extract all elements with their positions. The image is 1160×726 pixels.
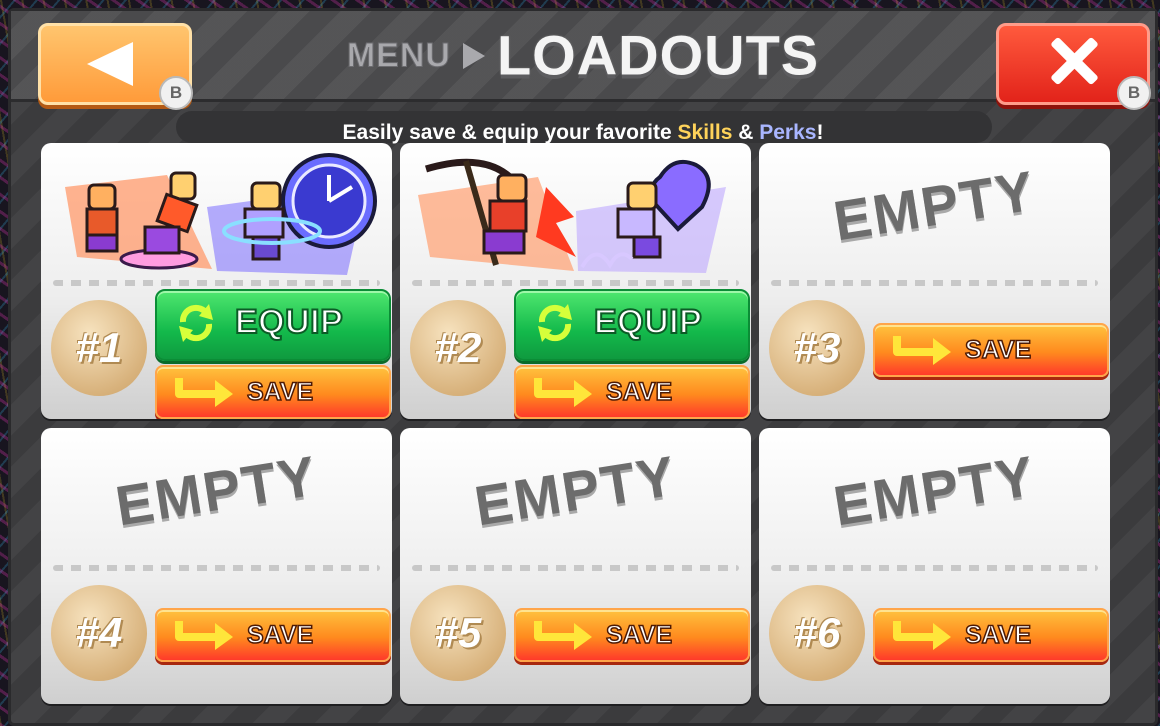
save-arrow-icon — [175, 621, 233, 650]
title-loadouts: LOADOUTS — [496, 23, 820, 87]
slot-number-badge: #4 — [51, 585, 147, 681]
refresh-icon — [179, 304, 213, 342]
slot-number-badge: #5 — [410, 585, 506, 681]
loadout-slot-3: EMPTY #3 SAVE — [759, 143, 1110, 419]
divider — [771, 280, 1098, 286]
loadout-slot-1: #1 EQUIP SAVE — [41, 143, 392, 419]
b-key-badge: B — [1117, 76, 1151, 110]
slot-number-badge: #1 — [51, 300, 147, 396]
empty-label: EMPTY — [829, 158, 1040, 253]
close-icon — [1049, 36, 1099, 86]
save-arrow-icon — [893, 621, 951, 650]
refresh-icon — [538, 304, 572, 342]
loadout-art — [418, 158, 726, 273]
time-dash-skill-icon — [207, 153, 377, 275]
save-button[interactable]: SAVE — [514, 365, 750, 419]
save-button[interactable]: SAVE — [155, 365, 391, 419]
save-button[interactable]: SAVE — [873, 323, 1109, 377]
equip-button[interactable]: EQUIP — [155, 289, 391, 361]
divider — [412, 280, 739, 286]
breadcrumb-arrow-icon — [462, 42, 485, 69]
breadcrumb-menu: MENU — [346, 36, 451, 75]
save-arrow-icon — [534, 621, 592, 650]
punch-skill-icon — [65, 171, 212, 270]
page-title: MENU LOADOUTS — [11, 25, 1155, 85]
heart-dash-skill-icon — [576, 160, 726, 273]
save-button[interactable]: SAVE — [514, 608, 750, 662]
slot-number-badge: #6 — [769, 585, 865, 681]
save-button[interactable]: SAVE — [873, 608, 1109, 662]
empty-label: EMPTY — [829, 443, 1040, 538]
close-button[interactable]: B — [996, 23, 1151, 110]
scythe-skill-icon — [418, 158, 576, 271]
slot-number-badge: #2 — [410, 300, 506, 396]
loadout-slot-6: EMPTY #6 SAVE — [759, 428, 1110, 704]
divider — [771, 565, 1098, 571]
save-arrow-icon — [534, 378, 592, 407]
divider — [53, 280, 380, 286]
perks-highlight: Perks — [759, 121, 817, 144]
loadout-art — [65, 153, 377, 275]
divider — [412, 565, 739, 571]
save-arrow-icon — [175, 378, 233, 407]
loadout-slot-2: #2 EQUIP SAVE — [400, 143, 751, 419]
save-arrow-icon — [893, 336, 951, 365]
subtitle-text: Easily save & equip your favorite Skills… — [342, 121, 824, 144]
slot-number-badge: #3 — [769, 300, 865, 396]
equip-button[interactable]: EQUIP — [514, 289, 750, 361]
empty-label: EMPTY — [111, 443, 322, 538]
skills-highlight: Skills — [677, 121, 733, 144]
divider — [53, 565, 380, 571]
save-button[interactable]: SAVE — [155, 608, 391, 662]
loadout-slot-4: EMPTY #4 SAVE — [41, 428, 392, 704]
empty-label: EMPTY — [470, 443, 681, 538]
loadout-slot-5: EMPTY #5 SAVE — [400, 428, 751, 704]
